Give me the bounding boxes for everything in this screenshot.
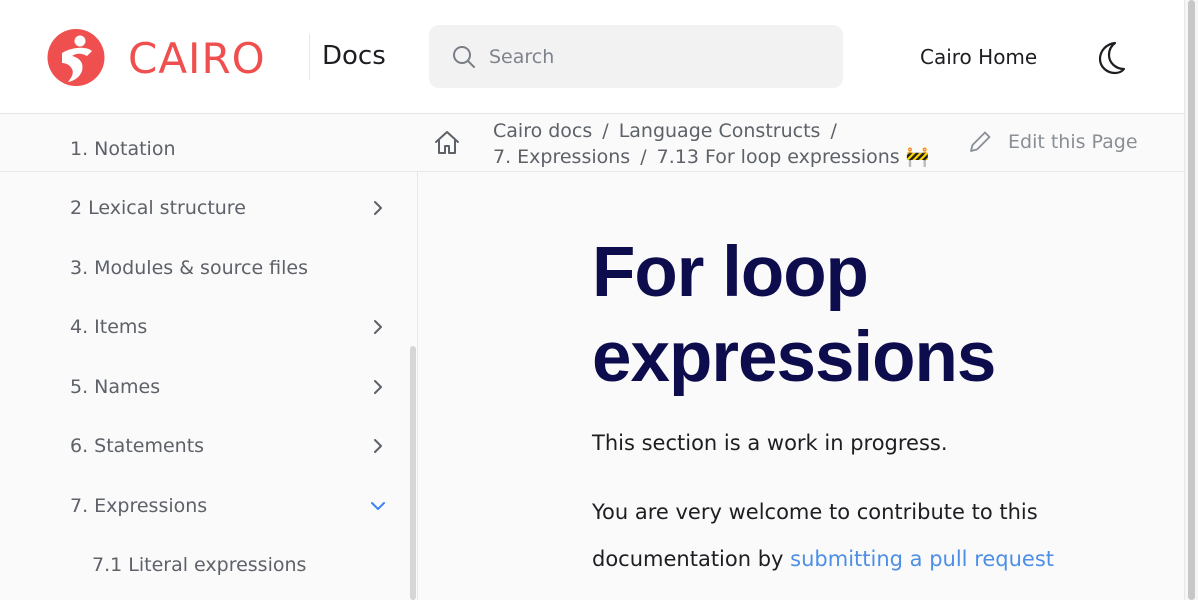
breadcrumb-current-page: 7.13 For loop expressions 🚧 [656,146,930,168]
sidebar-item-label: 6. Statements [70,435,205,457]
page-scrollbar[interactable] [1184,0,1198,600]
sidebar-item-label: 4. Items [70,316,148,338]
sidebar-item-notation[interactable]: 1. Notation [0,129,410,169]
chevron-right-icon[interactable] [368,436,388,456]
main-content: For loop expressions This section is a w… [418,172,1184,600]
breadcrumb-expressions[interactable]: 7. Expressions [493,146,630,168]
sidebar-item-label: 3. Modules & source files [70,257,309,279]
sidebar-item-modules[interactable]: 3. Modules & source files [0,248,410,288]
sidebar-item-items[interactable]: 4. Items [0,307,410,347]
docs-label[interactable]: Docs [322,38,386,74]
page-title: For loop expressions [592,233,996,397]
chevron-down-icon[interactable] [368,496,388,516]
sidebar-item-literal-expressions[interactable]: 7.1 Literal expressions [0,545,410,585]
search-input[interactable] [489,45,789,68]
sidebar-item-expressions[interactable]: 7. Expressions [0,486,410,526]
sidebar-item-label: 5. Names [70,376,161,398]
sidebar-item-label: 2 Lexical structure [70,197,246,219]
breadcrumb-language-constructs[interactable]: Language Constructs [619,120,821,142]
page-scroll-thumb[interactable] [1188,0,1195,600]
sidebar-item-label: 7.1 Literal expressions [92,554,307,576]
breadcrumb: Cairo docs / Language Constructs / 7. Expre… [493,118,933,170]
sidebar-scrollbar[interactable] [410,346,416,600]
pull-request-link[interactable]: submitting a pull request [790,547,1054,571]
chevron-right-icon[interactable] [368,317,388,337]
breadcrumb-separator: / [640,146,647,168]
breadcrumb-separator: / [830,120,837,142]
chevron-right-icon[interactable] [368,198,388,218]
cairo-logo-icon[interactable] [46,29,106,86]
docs-sidebar: 1. Notation 2 Lexical structure 3. Modul… [0,114,418,600]
breadcrumb-separator: / [602,120,609,142]
edit-page-label: Edit this Page [1008,131,1138,153]
logo-divider [309,34,310,80]
breadcrumb-cairo-docs[interactable]: Cairo docs [493,120,592,142]
sidebar-item-lexical-structure[interactable]: 2 Lexical structure [0,188,410,228]
top-navbar: CAIRO Docs Cairo Home [0,0,1184,114]
sidebar-item-names[interactable]: 5. Names [0,367,410,407]
cairo-home-link[interactable]: Cairo Home [920,43,1037,71]
search-icon [453,45,475,68]
edit-page-link[interactable]: Edit this Page [966,128,1138,156]
home-icon[interactable] [432,128,462,158]
theme-toggle-button[interactable] [1090,37,1130,77]
brand-name[interactable]: CAIRO [128,33,266,85]
sidebar-item-label: 1. Notation [70,138,176,160]
sidebar-item-label: 7. Expressions [70,495,208,517]
chevron-right-icon[interactable] [368,377,388,397]
search-box[interactable] [429,25,843,88]
wip-notice: This section is a work in progress. [592,431,948,455]
breadcrumb-bar: Cairo docs / Language Constructs / 7. Expre… [418,114,1184,172]
contribute-paragraph: You are very welcome to contribute to th… [592,489,1062,583]
sidebar-item-statements[interactable]: 6. Statements [0,426,410,466]
pencil-icon [970,131,991,152]
moon-icon [1098,41,1126,75]
